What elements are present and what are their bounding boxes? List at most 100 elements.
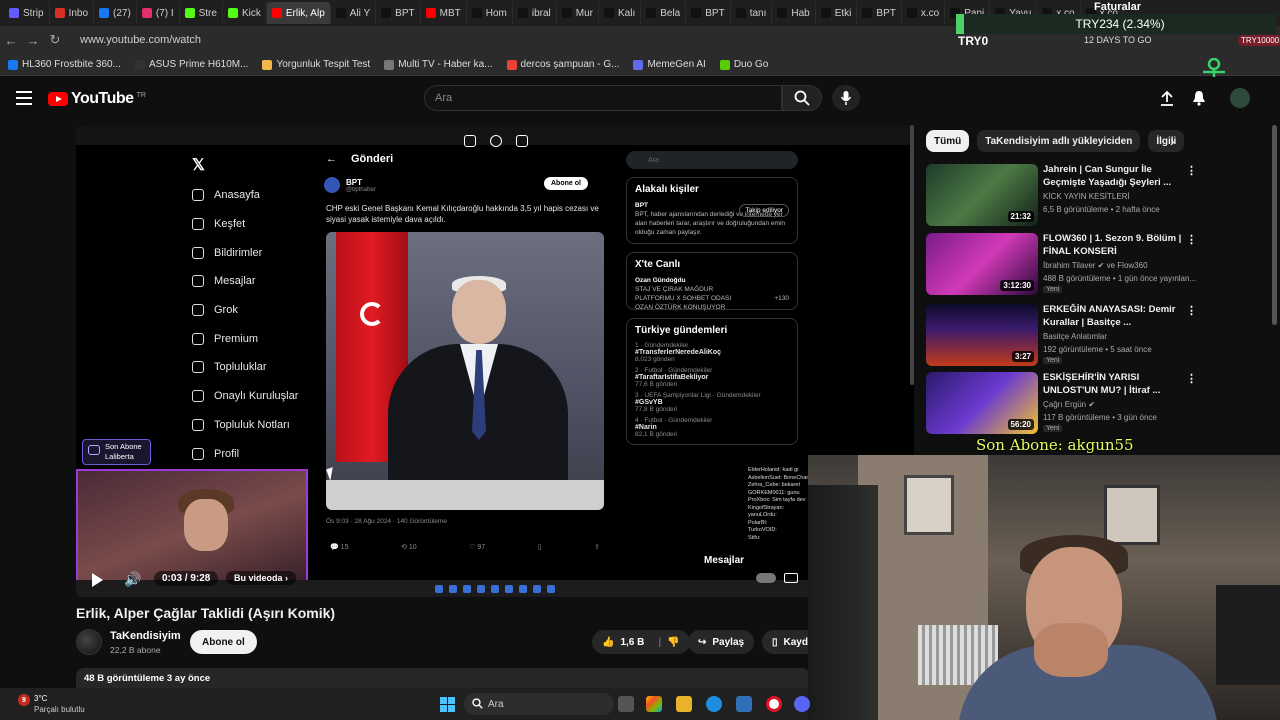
more-options-icon[interactable]: ⋮ <box>1186 372 1197 385</box>
browser-tab[interactable]: BPT <box>857 2 902 24</box>
more-options-icon[interactable]: ⋮ <box>1186 304 1197 317</box>
sidebar-scrollbar[interactable] <box>1272 125 1277 325</box>
account-avatar[interactable] <box>1230 88 1250 108</box>
browser-tab[interactable]: Hab <box>772 2 816 24</box>
browser-tab[interactable]: Ali Y <box>331 2 377 24</box>
browser-tab[interactable]: Hom <box>467 2 513 24</box>
menu-icon[interactable] <box>16 91 32 105</box>
discord-icon[interactable] <box>794 696 810 712</box>
recommended-video[interactable]: 21:32 Jahrein | Can Sungur İle Geçmişte Y… <box>926 164 1266 228</box>
subscribe-button[interactable]: Abone ol <box>190 630 257 654</box>
description-box[interactable]: 48 B görüntüleme 3 ay önce <box>76 668 810 690</box>
url-field[interactable]: www.youtube.com/watch <box>80 34 201 46</box>
search-button[interactable] <box>782 85 822 111</box>
browser-tab[interactable]: Stre <box>180 2 223 24</box>
recommended-video[interactable]: 56:20 ESKİŞEHİR'İN YARISI UNLOST'UN MU? |… <box>926 372 1266 436</box>
autoplay-toggle[interactable] <box>756 573 776 583</box>
video-title[interactable]: FLOW360 | 1. Sezon 9. Bölüm | FİNAL KONS… <box>1043 233 1193 258</box>
browser-tab[interactable]: Inbo <box>50 2 95 24</box>
browser-tab[interactable]: (27) <box>94 2 137 24</box>
share-button[interactable]: ↪ Paylaş <box>688 630 755 654</box>
upload-icon[interactable] <box>1158 89 1176 107</box>
video-thumbnail[interactable]: 56:20 <box>926 372 1038 434</box>
notifications-bell-icon[interactable] <box>1190 89 1208 107</box>
x-nav-label: Bildirimler <box>214 246 263 259</box>
page-scrollbar[interactable] <box>910 125 914 385</box>
filter-chip[interactable]: İlgili <box>1148 130 1185 152</box>
bookmark-item[interactable]: Yorgunluk Tespit Test <box>262 59 370 70</box>
video-title[interactable]: ERKEĞİN ANAYASASI: Demir Kurallar | Basi… <box>1043 304 1193 329</box>
copilot-icon[interactable] <box>646 696 662 712</box>
filter-chip[interactable]: Tümü <box>926 130 970 152</box>
play-icon[interactable] <box>92 573 103 587</box>
browser-tab[interactable]: Strip <box>4 2 50 24</box>
video-channel[interactable]: İbrahim Tilaver ✔ ve Flow360 <box>1043 261 1148 270</box>
back-icon[interactable]: ← <box>0 29 22 51</box>
recommended-video[interactable]: 3:12:30 FLOW360 | 1. Sezon 9. Bölüm | FİN… <box>926 233 1266 297</box>
forward-icon[interactable]: → <box>22 29 44 51</box>
bookmark-item[interactable]: MemeGen AI <box>633 59 706 70</box>
video-channel[interactable]: Çağrı Ergün ✔ <box>1043 400 1095 409</box>
bookmark-item[interactable]: Multi TV - Haber ka... <box>384 59 493 70</box>
volume-icon[interactable]: 🔊 <box>124 571 141 588</box>
edge-icon[interactable] <box>706 696 722 712</box>
video-thumbnail[interactable]: 3:12:30 <box>926 233 1038 295</box>
browser-tab[interactable]: Bela <box>641 2 687 24</box>
video-title[interactable]: ESKİŞEHİR'İN YARISI UNLOST'UN MU? | İtir… <box>1043 372 1193 397</box>
windows-start-icon[interactable] <box>440 697 455 712</box>
video-channel[interactable]: KİCK YAYIN KESİTLERİ <box>1043 192 1130 201</box>
video-channel[interactable]: Basitçe Anlatımlar <box>1043 332 1107 341</box>
browser-tab[interactable]: BPT <box>376 2 421 24</box>
search-input[interactable]: Ara <box>424 85 782 111</box>
task-view-icon[interactable] <box>618 696 634 712</box>
thumbs-down-icon[interactable]: 👎 <box>667 637 679 648</box>
opera-icon[interactable] <box>766 696 782 712</box>
browser-tab[interactable]: Mur <box>557 2 599 24</box>
voice-search-button[interactable] <box>832 85 860 111</box>
video-thumbnail[interactable]: 3:27 <box>926 304 1038 366</box>
filter-chip[interactable]: TaKendisiyim adlı yükleyiciden <box>977 130 1141 152</box>
video-thumbnail[interactable]: 21:32 <box>926 164 1038 226</box>
in-this-video-button[interactable]: Bu videoda › <box>226 571 297 585</box>
bookmark-item[interactable]: ASUS Prime H610M... <box>134 59 248 70</box>
channel-avatar[interactable] <box>76 629 102 655</box>
x-sidebar: 𝕏 Anasayfa Keşfet Bildirimler Mesajlar Grok P… <box>186 155 316 468</box>
more-options-icon[interactable]: ⋮ <box>1186 233 1197 246</box>
video-title[interactable]: Jahrein | Can Sungur İle Geçmişte Yaşadı… <box>1043 164 1193 189</box>
x-nav-item: Mesajlar <box>192 267 316 296</box>
store-icon[interactable] <box>736 696 752 712</box>
file-explorer-icon[interactable] <box>676 696 692 712</box>
browser-tab[interactable]: (7) I <box>137 2 180 24</box>
save-button[interactable]: ▯ Kaydet <box>762 630 808 654</box>
youtube-logo[interactable]: YouTube TR <box>48 90 146 108</box>
reload-icon[interactable]: ↻ <box>44 29 66 51</box>
cam-chair <box>808 485 878 720</box>
taskbar-search[interactable]: Ara <box>464 693 614 715</box>
bookmark-item[interactable]: HL360 Frostbite 360... <box>8 59 121 70</box>
browser-tab[interactable]: x.co <box>902 2 946 24</box>
sparkle-icon[interactable] <box>490 135 502 147</box>
cast-icon[interactable] <box>516 135 528 147</box>
bookmark-item[interactable]: Duo Go <box>719 59 768 70</box>
browser-tab[interactable]: Kalı <box>599 2 642 24</box>
browser-tab[interactable]: Erlik, Alp <box>266 2 331 24</box>
chevron-right-icon[interactable]: › <box>1170 133 1175 149</box>
captions-icon[interactable] <box>784 573 798 583</box>
browser-tab[interactable]: ibral <box>513 2 557 24</box>
more-options-icon[interactable]: ⋮ <box>1186 164 1197 177</box>
browser-tab[interactable]: tanı <box>731 2 773 24</box>
like-button[interactable]: 👍 1,6 B | 👎 <box>592 630 690 654</box>
channel-name[interactable]: TaKendisiyim <box>110 630 181 642</box>
related-following-button: Takip ediliyor <box>739 204 789 217</box>
tab-label: Strip <box>23 7 44 19</box>
browser-tab[interactable]: BPT <box>686 2 731 24</box>
bookmark-item[interactable]: dercos şampuan - G... <box>506 59 619 70</box>
miniplayer-icon[interactable] <box>464 135 476 147</box>
browser-tab[interactable]: Kick <box>223 2 267 24</box>
recommended-video[interactable]: 3:27 ERKEĞİN ANAYASASI: Demir Kurallar | … <box>926 304 1266 368</box>
overlay-goal-start: TRY0 <box>958 34 989 48</box>
video-title: Erlik, Alper Çağlar Taklidi (Aşırı Komik… <box>76 605 336 621</box>
browser-tab[interactable]: MBT <box>421 2 467 24</box>
video-player[interactable]: 𝕏 Anasayfa Keşfet Bildirimler Mesajlar Grok P… <box>76 125 914 597</box>
browser-tab[interactable]: Etki <box>816 2 858 24</box>
